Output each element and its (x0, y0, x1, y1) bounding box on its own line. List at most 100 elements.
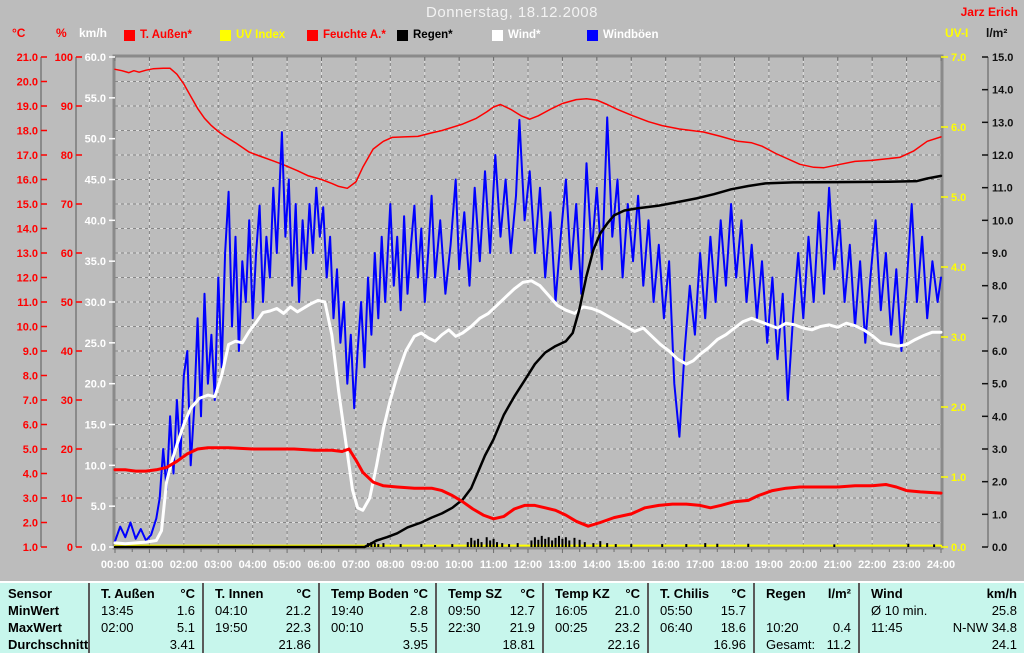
axis-tick-label: 20.0 (17, 77, 38, 89)
cell-left: 05:50 (660, 603, 693, 618)
cell-left (544, 636, 555, 653)
grid-lines (115, 57, 941, 547)
axis-lm2: 0.0 1.0 2.0 3.0 4.0 5.0 6.0 7.0 8.0 9.0 10.0 11.0 12… (982, 52, 1013, 554)
axis-tick-label: 90 (61, 101, 73, 113)
cell-left: Temp KZ (555, 586, 610, 601)
axis-tick-label: 5.0 (992, 379, 1007, 391)
table-row: 00:10 5.5 (320, 619, 435, 636)
cell-left: Ø 10 min. (871, 603, 928, 618)
weather-chart: 1.0 2.0 3.0 4.0 5.0 6.0 7.0 8.0 9.0 10.0 11.0 12.0 1… (17, 52, 1014, 571)
axis-tick-label: 11.0 (17, 297, 38, 309)
row-label-text: Durchschnitt (8, 637, 89, 652)
x-tick-label: 11:00 (480, 559, 508, 571)
axis-tick-label: 16.0 (17, 175, 38, 187)
axis-tick-label: 2.0 (951, 402, 966, 414)
cell-left: Gesamt: (766, 637, 816, 652)
cell-right: 18.6 (720, 620, 746, 635)
x-tick-label: 03:00 (204, 559, 232, 571)
x-tick-label: 15:00 (617, 559, 645, 571)
x-tick-label: 08:00 (376, 559, 404, 571)
cell-left: 04:10 (215, 603, 248, 618)
axis-tick-label: 3.0 (992, 444, 1007, 456)
table-row-label: MaxWert (0, 619, 88, 636)
table-row: Ø 10 min. 25.8 (860, 602, 1024, 619)
row-label-text: MinWert (8, 603, 60, 618)
x-tick-label: 06:00 (307, 559, 335, 571)
axis-tick-label: 9.0 (992, 248, 1007, 260)
axis-tick-label: 5.0 (23, 444, 38, 456)
cell-right: N-NW 34.8 (952, 620, 1017, 635)
table-row: Temp Boden °C (320, 585, 435, 602)
x-tick-label: 19:00 (755, 559, 783, 571)
axis-tick-label: 50.0 (85, 134, 106, 146)
table-row-label: Durchschnitt (0, 636, 88, 653)
cell-right: °C (625, 586, 640, 601)
cell-right: °C (296, 586, 311, 601)
table-column-t-chilis: T. Chilis °C 05:50 15.7 06:40 18.6 16.96 (647, 583, 753, 653)
cell-right: 12.7 (509, 603, 535, 618)
axis-tick-label: 10.0 (85, 460, 106, 472)
axis-tick-label: 1.0 (992, 509, 1007, 521)
cell-left (90, 636, 101, 653)
axis-tick-label: 15.0 (992, 52, 1013, 64)
cell-left (437, 636, 448, 653)
axis-uvi: 0.0 1.0 2.0 3.0 4.0 5.0 6.0 7.0 (941, 52, 966, 554)
x-tick-label: 09:00 (411, 559, 439, 571)
x-tick-label: 16:00 (652, 559, 680, 571)
table-row: T. Innen °C (204, 585, 318, 602)
cell-left: Temp Boden (331, 586, 409, 601)
cell-left: 11:45 (871, 620, 903, 635)
cell-right: 11.2 (826, 637, 851, 652)
cell-right: 21.0 (614, 603, 640, 618)
cell-left: Wind (871, 586, 903, 601)
cell-right: 24.1 (991, 637, 1017, 652)
axis-tick-label: 0.0 (951, 542, 966, 554)
x-tick-label: 13:00 (548, 559, 576, 571)
cell-right: 3.41 (169, 637, 195, 652)
axis-tick-label: 6.0 (992, 346, 1007, 358)
cell-right: 5.1 (176, 620, 195, 635)
cell-left: Temp SZ (448, 586, 502, 601)
axis-tick-label: 70 (61, 199, 73, 211)
axis-tick-label: 7.0 (23, 395, 38, 407)
x-tick-label: 07:00 (342, 559, 370, 571)
x-axis-labels: 00:00 01:00 02:00 03:00 04:00 05:00 06:00 07:00… (101, 559, 955, 571)
table-row: 21.86 (204, 636, 318, 653)
axis-tick-label: 12.0 (992, 150, 1013, 162)
cell-right: 18.81 (502, 637, 535, 652)
table-row: 16:05 21.0 (544, 602, 647, 619)
table-column-temp-boden: Temp Boden °C 19:40 2.8 00:10 5.5 3.95 (318, 583, 435, 653)
table-row: 19:40 2.8 (320, 602, 435, 619)
axis-tick-label: 4.0 (992, 411, 1007, 423)
cell-right: 3.95 (402, 637, 428, 652)
axis-tick-label: 30.0 (85, 297, 106, 309)
table-row: 3.95 (320, 636, 435, 653)
table-row: T. Außen °C (90, 585, 202, 602)
axis-tick-label: 13.0 (17, 248, 38, 260)
cell-right: 15.7 (720, 603, 746, 618)
cell-right: 23.2 (614, 620, 640, 635)
axis-tick-label: 15.0 (85, 420, 106, 432)
x-tick-label: 12:00 (514, 559, 542, 571)
axis-tick-label: 7.0 (992, 313, 1007, 325)
axis-tick-label: 18.0 (17, 126, 38, 138)
cell-right: °C (413, 586, 428, 601)
axis-tick-label: 0.0 (91, 542, 106, 554)
cell-left: T. Außen (101, 586, 155, 601)
axis-tick-label: 2.0 (23, 518, 38, 530)
axis-tick-label: 21.0 (17, 52, 38, 64)
x-tick-label: 22:00 (858, 559, 886, 571)
axis-tick-label: 0.0 (992, 542, 1007, 554)
axis-tick-label: 2.0 (992, 477, 1007, 489)
table-row: Gesamt: 11.2 (755, 636, 858, 653)
x-tick-label: 04:00 (239, 559, 267, 571)
table-row: 22:30 21.9 (437, 619, 542, 636)
x-tick-label: 18:00 (720, 559, 748, 571)
cell-left: 19:50 (215, 620, 248, 635)
row-label-text: Sensor (8, 586, 53, 601)
cell-left: 09:50 (448, 603, 481, 618)
cell-left: 00:10 (331, 620, 364, 635)
cell-left (860, 636, 871, 653)
table-row: 24.1 (860, 636, 1024, 653)
table-column-wind: Wind km/h Ø 10 min. 25.8 11:45 N-NW 34.8 24.1 (858, 583, 1024, 653)
